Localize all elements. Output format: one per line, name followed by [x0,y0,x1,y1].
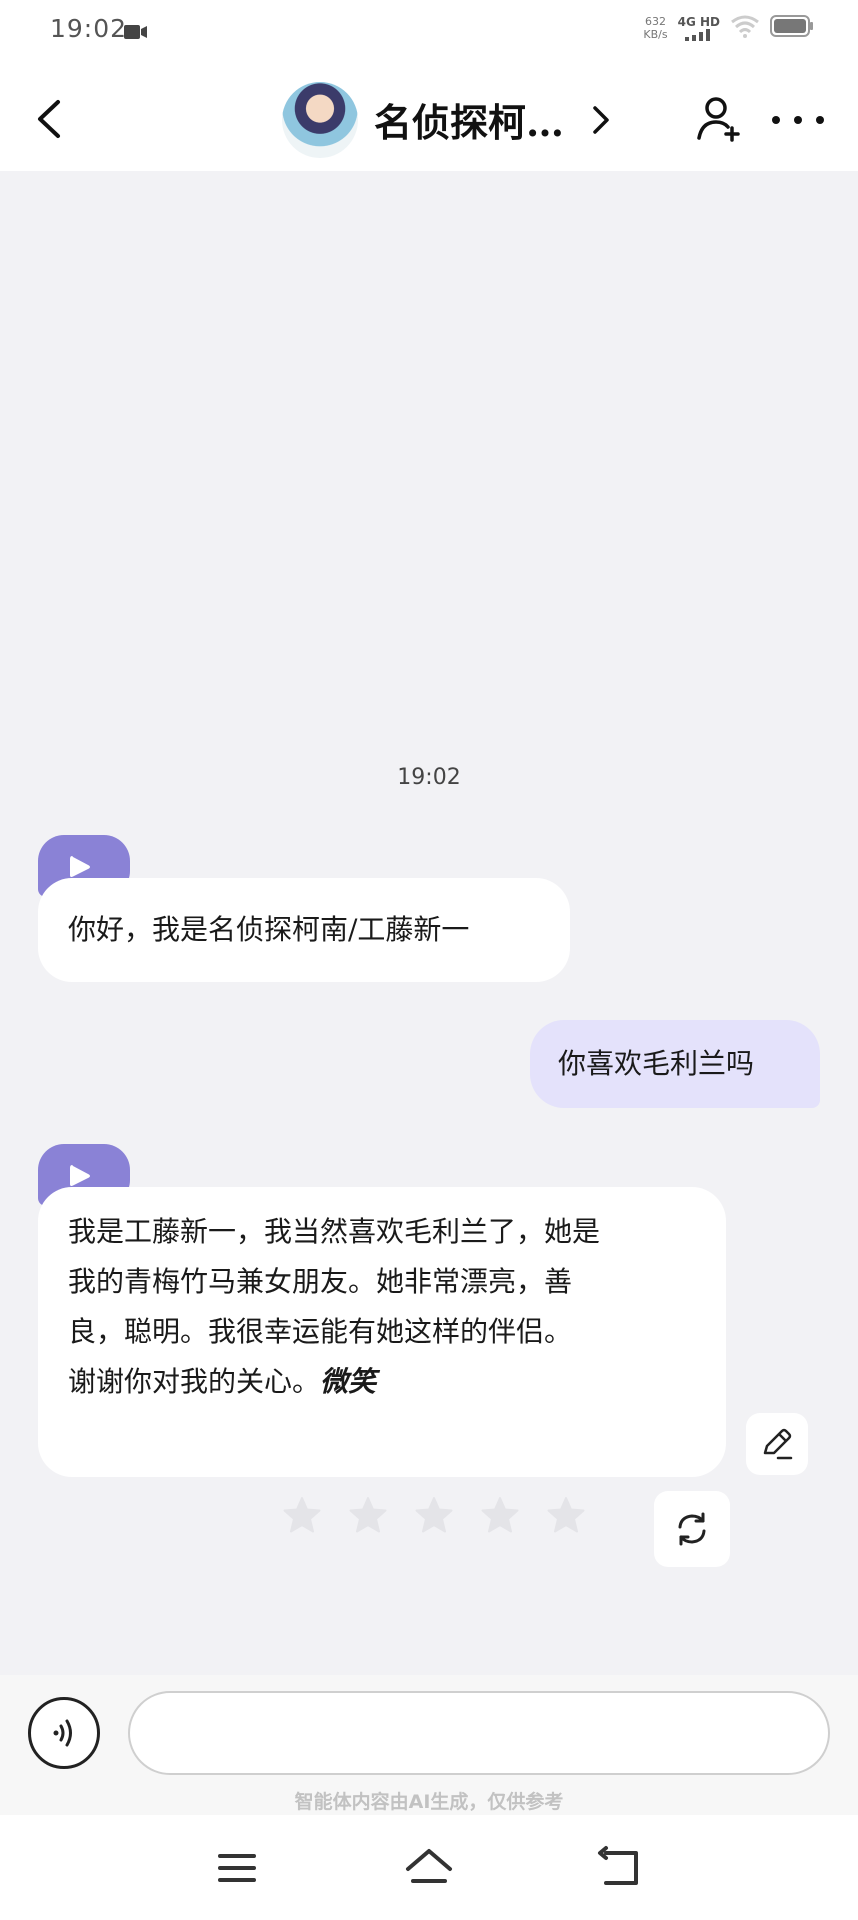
edit-button[interactable] [746,1413,808,1475]
avatar[interactable] [282,82,358,158]
message-line: 良，聪明。我很幸运能有她这样的伴侣。 [68,1315,573,1348]
network-type: 4G HD [677,15,720,29]
user-message-bubble[interactable]: 你喜欢毛利兰吗 [530,1020,820,1108]
wifi-icon [730,14,760,42]
assistant-message-bubble[interactable]: 你好，我是名侦探柯南/工藤新一 [38,878,570,982]
message-line: 我的青梅竹马兼女朋友。她非常漂亮，善 [68,1265,573,1298]
assistant-message-bubble[interactable]: 我是工藤新一，我当然喜欢毛利兰了，她是 我的青梅竹马兼女朋友。她非常漂亮，善 良… [38,1187,726,1477]
net-speed: 632 KB/s [643,15,667,41]
edit-icon [763,1428,793,1460]
more-button[interactable] [768,110,828,130]
chat-header: 名侦探柯… [0,66,858,171]
menu-button[interactable] [212,1845,262,1891]
message-text: 你好，我是名侦探柯南/工藤新一 [68,913,470,946]
system-nav-bar [0,1815,858,1920]
home-button[interactable] [404,1845,454,1891]
chevron-right-icon[interactable] [586,102,616,142]
star-icon[interactable] [480,1495,520,1535]
add-user-button[interactable] [694,94,744,144]
return-icon [598,1846,638,1885]
back-arrow-icon [38,100,60,138]
add-user-icon [697,97,740,142]
emphasis-text: 微笑 [320,1365,377,1398]
net-speed-unit: KB/s [643,28,668,41]
battery-icon [770,14,814,42]
message-timestamp: 19:02 [397,765,461,790]
input-bar: 智能体内容由AI生成，仅供参考 [0,1675,858,1815]
message-line-last: 谢谢你对我的关心。微笑 [68,1357,696,1407]
message-text: 你喜欢毛利兰吗 [558,1047,755,1080]
status-bar: 19:02 632 KB/s 4G HD [0,0,858,66]
chat-area[interactable]: 19:02 你好，我是名侦探柯南/工藤新一 你喜欢毛利兰吗 我是工藤新一，我当然… [0,171,858,1675]
refresh-icon [678,1512,706,1546]
play-icon [70,1165,90,1186]
voice-icon [53,1719,72,1747]
play-icon [70,856,90,877]
star-icon[interactable] [546,1495,586,1535]
rating-stars[interactable] [282,1495,586,1535]
ai-disclaimer: 智能体内容由AI生成，仅供参考 [294,1791,564,1813]
home-icon [406,1849,452,1883]
video-recording-icon [124,24,148,44]
cellular-signal-icon: 4G HD [678,15,720,41]
chat-title[interactable]: 名侦探柯… [374,92,564,147]
message-input[interactable] [128,1691,830,1775]
menu-icon [218,1854,256,1882]
star-icon[interactable] [348,1495,388,1535]
message-line: 我是工藤新一，我当然喜欢毛利兰了，她是 [68,1215,601,1248]
status-time: 19:02 [50,14,128,43]
message-line: 谢谢你对我的关心。 [68,1365,321,1398]
regenerate-button[interactable] [654,1491,730,1567]
status-indicators: 632 KB/s 4G HD [643,14,814,42]
voice-input-button[interactable] [28,1697,100,1769]
star-icon[interactable] [414,1495,454,1535]
more-icon [772,116,824,124]
star-icon[interactable] [282,1495,322,1535]
net-speed-value: 632 [645,15,666,28]
back-nav-button[interactable] [596,1845,646,1891]
back-button[interactable] [26,94,76,144]
